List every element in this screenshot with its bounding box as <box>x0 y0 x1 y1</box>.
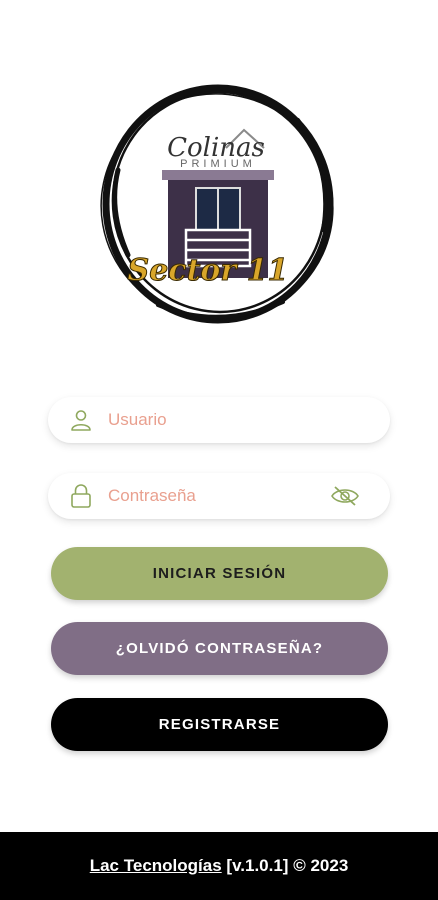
login-button[interactable]: INICIAR SESIÓN <box>51 547 388 600</box>
login-screen: Colinas PRIMIUM Sector 11 Usuario INICIA… <box>0 0 438 900</box>
password-input[interactable] <box>108 486 308 506</box>
app-logo: Colinas PRIMIUM Sector 11 <box>98 80 338 328</box>
forgot-password-button[interactable]: ¿OLVIDÓ CONTRASEÑA? <box>51 622 388 675</box>
svg-text:PRIMIUM: PRIMIUM <box>180 158 256 170</box>
footer: Lac Tecnologías [v.1.0.1] © 2023 <box>0 832 438 900</box>
copyright-label: © 2023 <box>293 856 349 875</box>
lock-icon <box>68 483 94 509</box>
svg-text:Sector 11: Sector 11 <box>128 253 289 288</box>
register-button[interactable]: REGISTRARSE <box>51 698 388 751</box>
version-label: [v.1.0.1] <box>226 856 289 875</box>
user-icon <box>68 407 94 433</box>
username-input[interactable] <box>108 410 308 430</box>
eye-off-icon[interactable] <box>330 485 360 507</box>
password-field[interactable] <box>48 473 390 519</box>
company-link[interactable]: Lac Tecnologías <box>90 856 222 876</box>
username-field[interactable] <box>48 397 390 443</box>
